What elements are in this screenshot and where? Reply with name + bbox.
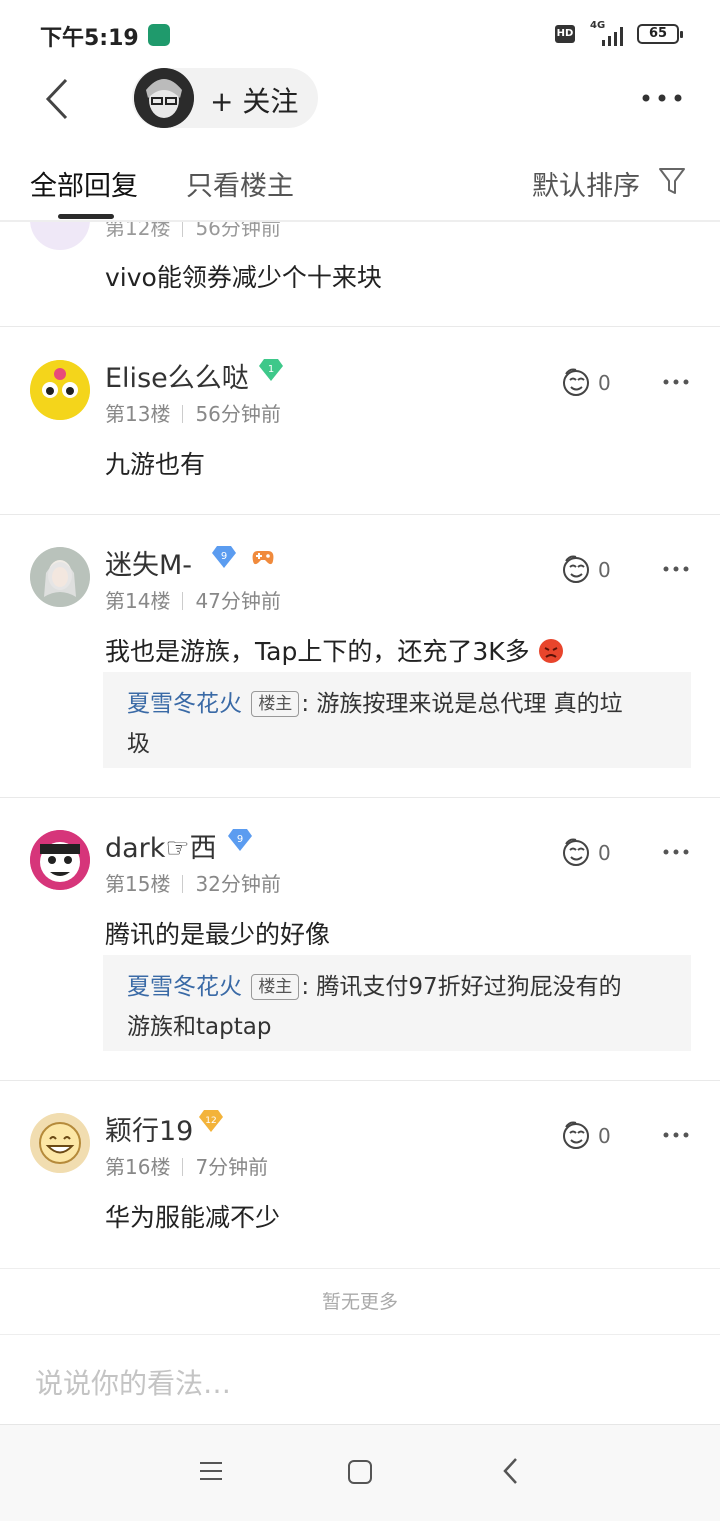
quoted-reply-line: 夏雪冬花火 楼主: 游族按理来说是总代理 真的垃 bbox=[127, 684, 667, 724]
post-meta: 第12楼 56分钟前 bbox=[105, 222, 281, 241]
post-more-icon[interactable] bbox=[662, 565, 690, 573]
username[interactable]: 迷失M- bbox=[105, 543, 192, 582]
post-more-icon[interactable] bbox=[662, 378, 690, 386]
like-count: 0 bbox=[598, 841, 611, 865]
comment-input[interactable]: 说说你的看法… bbox=[35, 1362, 231, 1402]
home-icon[interactable] bbox=[347, 1459, 373, 1485]
like-count: 0 bbox=[598, 1124, 611, 1148]
like-icon[interactable] bbox=[560, 553, 594, 585]
tab-owner-only[interactable]: 只看楼主 bbox=[186, 164, 294, 203]
svg-text:9: 9 bbox=[237, 834, 243, 845]
quoted-text-continued: 游族和taptap bbox=[127, 1014, 272, 1040]
level-badge-icon: 9 bbox=[228, 829, 252, 851]
post-meta: 第14楼 47分钟前 bbox=[105, 585, 281, 614]
svg-text:1: 1 bbox=[268, 364, 274, 375]
avatar-image bbox=[30, 547, 90, 607]
like-count: 0 bbox=[598, 558, 611, 582]
quoted-username[interactable]: 夏雪冬花火 bbox=[127, 691, 242, 717]
avatar-image bbox=[30, 1113, 90, 1173]
like-icon[interactable] bbox=[560, 366, 594, 398]
tab-all-replies[interactable]: 全部回复 bbox=[30, 164, 138, 203]
post-time: 47分钟前 bbox=[195, 589, 281, 613]
post-time: 32分钟前 bbox=[195, 872, 281, 896]
post-content[interactable]: 九游也有 bbox=[105, 445, 205, 481]
level-badge-icon: 1 bbox=[259, 359, 283, 381]
like-icon[interactable] bbox=[560, 836, 594, 868]
floor-number: 第15楼 bbox=[105, 872, 171, 896]
post-more-icon[interactable] bbox=[662, 848, 690, 856]
floor-number: 第16楼 bbox=[105, 1155, 171, 1179]
floor-number: 第12楼 bbox=[105, 222, 171, 240]
post-meta: 第15楼 32分钟前 bbox=[105, 868, 281, 897]
sort-button[interactable]: 默认排序 bbox=[532, 164, 640, 203]
post-content[interactable]: 华为服能减不少 bbox=[105, 1198, 280, 1234]
no-more-label: 暂无更多 bbox=[0, 1268, 720, 1335]
avatar[interactable] bbox=[30, 360, 90, 420]
post-time: 7分钟前 bbox=[195, 1155, 269, 1179]
status-bar: 下午5:19 HD 4G 65 bbox=[0, 0, 720, 64]
username[interactable]: 颖行19 bbox=[105, 1109, 193, 1148]
quoted-text-continued: 圾 bbox=[127, 731, 150, 757]
floor-number: 第13楼 bbox=[105, 402, 171, 426]
avatar[interactable] bbox=[30, 222, 90, 250]
avatar-image bbox=[30, 360, 90, 420]
post-more-icon[interactable] bbox=[662, 1131, 690, 1139]
nav-back-icon[interactable] bbox=[500, 1456, 522, 1486]
svg-text:12: 12 bbox=[205, 1116, 216, 1126]
owner-tag: 楼主 bbox=[251, 974, 300, 1000]
quoted-reply-line: 夏雪冬花火 楼主: 腾讯支付97折好过狗屁没有的 bbox=[127, 967, 667, 1007]
owner-tag: 楼主 bbox=[251, 691, 300, 717]
app-notification-icon bbox=[148, 24, 170, 46]
quoted-reply[interactable]: 夏雪冬花火 楼主: 腾讯支付97折好过狗屁没有的 游族和taptap bbox=[103, 955, 691, 1051]
signal-icon bbox=[602, 27, 623, 46]
reply-list[interactable]: 第12楼 56分钟前 vivo能领券减少个十来块 Elise么么哒 1 第13楼 5… bbox=[0, 222, 720, 1268]
angry-emoji-icon bbox=[538, 639, 563, 663]
battery-icon: 65 bbox=[637, 24, 683, 44]
menu-icon[interactable] bbox=[198, 1458, 224, 1484]
follow-button[interactable]: + 关注 bbox=[210, 80, 298, 120]
like-count: 0 bbox=[598, 371, 611, 395]
level-badge-icon: 9 bbox=[212, 546, 236, 568]
active-tab-indicator bbox=[58, 214, 114, 219]
hd-icon: HD bbox=[555, 25, 575, 43]
post-meta: 第13楼 56分钟前 bbox=[105, 398, 281, 427]
post-content[interactable]: 腾讯的是最少的好像 bbox=[105, 915, 330, 951]
avatar-image bbox=[30, 830, 90, 890]
post-content[interactable]: 我也是游族，Tap上下的，还充了3K多 bbox=[105, 632, 564, 668]
more-options-icon[interactable] bbox=[640, 90, 684, 106]
like-icon[interactable] bbox=[560, 1119, 594, 1151]
avatar[interactable] bbox=[30, 1113, 90, 1173]
back-icon[interactable] bbox=[40, 78, 80, 120]
post-content-text: 我也是游族，Tap上下的，还充了3K多 bbox=[105, 637, 530, 666]
post-time: 56分钟前 bbox=[195, 222, 281, 240]
post-content[interactable]: vivo能领券减少个十来块 bbox=[105, 258, 382, 294]
username[interactable]: dark☞西 bbox=[105, 826, 217, 865]
divider bbox=[0, 326, 720, 327]
divider bbox=[0, 1080, 720, 1081]
quoted-username[interactable]: 夏雪冬花火 bbox=[127, 974, 242, 1000]
post-time: 56分钟前 bbox=[195, 402, 281, 426]
level-badge-icon: 12 bbox=[199, 1110, 223, 1132]
status-time: 下午5:19 bbox=[40, 26, 139, 51]
quoted-reply[interactable]: 夏雪冬花火 楼主: 游族按理来说是总代理 真的垃 圾 bbox=[103, 672, 691, 768]
author-avatar[interactable] bbox=[134, 68, 194, 128]
avatar[interactable] bbox=[30, 830, 90, 890]
quoted-text: : 腾讯支付97折好过狗屁没有的 bbox=[301, 974, 622, 1000]
floor-number: 第14楼 bbox=[105, 589, 171, 613]
svg-text:9: 9 bbox=[221, 551, 227, 562]
gamepad-badge-icon bbox=[252, 551, 274, 565]
post-meta: 第16楼 7分钟前 bbox=[105, 1151, 268, 1180]
username[interactable]: Elise么么哒 bbox=[105, 356, 249, 395]
avatar[interactable] bbox=[30, 547, 90, 607]
author-avatar-image bbox=[134, 68, 194, 128]
filter-icon[interactable] bbox=[658, 166, 686, 196]
quoted-text: : 游族按理来说是总代理 真的垃 bbox=[301, 691, 623, 717]
divider bbox=[0, 797, 720, 798]
divider bbox=[0, 514, 720, 515]
